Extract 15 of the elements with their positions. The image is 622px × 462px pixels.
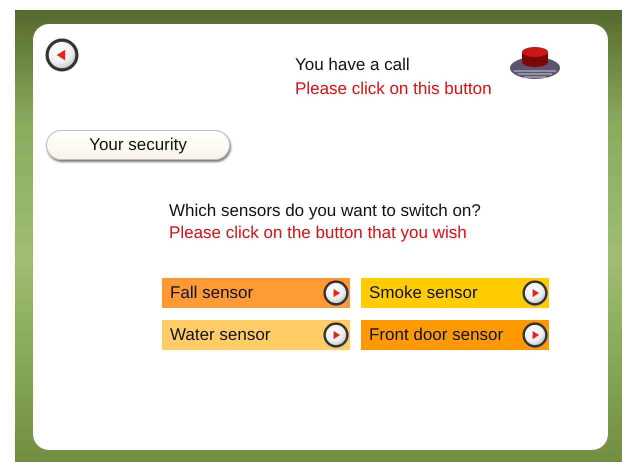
sensor-button[interactable]: Smoke sensor <box>361 278 549 308</box>
sensor-button[interactable]: Front door sensor <box>361 320 549 350</box>
push-button-icon[interactable] <box>510 45 560 81</box>
sensor-button[interactable]: Water sensor <box>162 320 350 350</box>
play-icon <box>522 322 548 348</box>
call-instruction: Please click on this button <box>295 78 492 100</box>
back-button[interactable] <box>45 38 79 72</box>
play-icon <box>323 322 349 348</box>
play-icon <box>522 280 548 306</box>
question-instruction: Please click on the button that you wish <box>169 222 467 244</box>
your-security-button[interactable]: Your security <box>46 130 230 160</box>
play-icon <box>323 280 349 306</box>
question-text: Which sensors do you want to switch on? <box>169 200 481 222</box>
call-title: You have a call <box>295 54 410 76</box>
sensor-button[interactable]: Fall sensor <box>162 278 350 308</box>
